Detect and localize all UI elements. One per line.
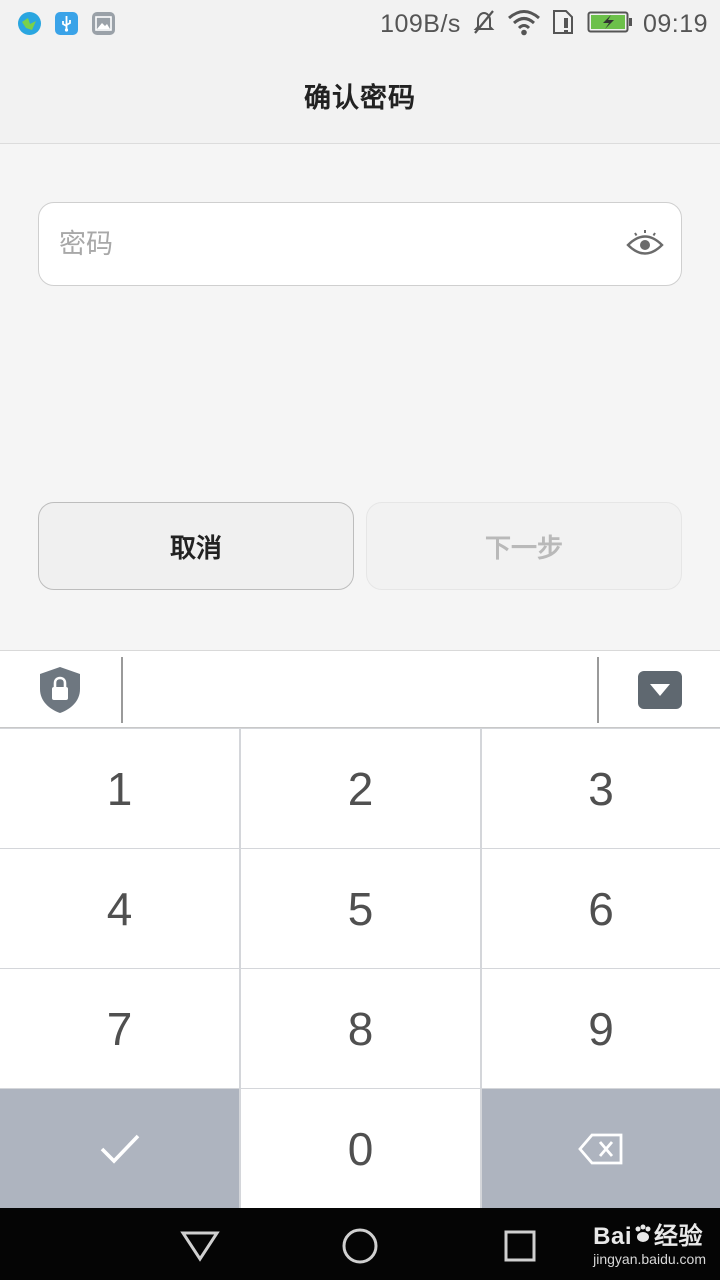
back-icon[interactable] — [180, 1226, 220, 1266]
key-2[interactable]: 2 — [241, 729, 480, 848]
battery-charging-icon — [587, 10, 633, 38]
cancel-button[interactable]: 取消 — [38, 502, 354, 590]
navigation-bar: Bai 经验 jingyan.baidu.com — [0, 1208, 720, 1280]
toolbar-divider — [597, 657, 599, 723]
password-field[interactable] — [38, 202, 682, 286]
shield-lock-icon — [36, 665, 84, 715]
watermark-url: jingyan.baidu.com — [593, 1251, 706, 1267]
usb-icon — [55, 12, 78, 35]
sim-alert-icon — [551, 8, 577, 40]
next-step-button[interactable]: 下一步 — [366, 502, 682, 590]
confirm-key[interactable] — [0, 1089, 239, 1208]
toolbar-divider — [121, 657, 123, 723]
keyboard-toolbar — [0, 650, 720, 728]
key-0[interactable]: 0 — [241, 1089, 480, 1208]
password-input[interactable] — [59, 203, 619, 285]
gallery-icon — [92, 12, 115, 35]
mute-icon — [471, 8, 497, 40]
hide-keyboard-icon[interactable] — [638, 671, 682, 709]
key-4[interactable]: 4 — [0, 849, 239, 968]
checkmark-icon — [99, 1122, 141, 1176]
key-3[interactable]: 3 — [482, 729, 720, 848]
page-title: 确认密码 — [304, 83, 416, 114]
delete-key[interactable] — [482, 1089, 720, 1208]
key-1[interactable]: 1 — [0, 729, 239, 848]
key-8[interactable]: 8 — [241, 969, 480, 1088]
baidu-jingyan-watermark: Bai 经验 jingyan.baidu.com — [593, 1216, 706, 1267]
system-status: 109B/s 09:19 — [380, 8, 708, 40]
watermark-brand: Bai — [593, 1223, 632, 1250]
numeric-keypad: 1 2 3 4 5 6 7 8 9 0 — [0, 728, 720, 1208]
title-bar: 确认密码 — [0, 48, 720, 144]
status-bar: 109B/s 09:19 — [0, 0, 720, 48]
key-7[interactable]: 7 — [0, 969, 239, 1088]
key-9[interactable]: 9 — [482, 969, 720, 1088]
watermark-brand-suffix: 经验 — [654, 1223, 703, 1250]
paw-icon — [632, 1223, 654, 1251]
network-speed: 109B/s — [380, 9, 461, 38]
wifi-icon — [507, 8, 541, 40]
eye-icon[interactable] — [625, 225, 665, 265]
home-icon[interactable] — [340, 1226, 380, 1266]
clock: 09:19 — [642, 9, 708, 38]
key-5[interactable]: 5 — [241, 849, 480, 968]
map-app-icon — [18, 12, 41, 35]
recents-icon[interactable] — [500, 1226, 540, 1266]
notification-icons — [18, 12, 115, 35]
screen: 109B/s 09:19 确认密码 取消 下一步 1 2 3 4 5 6 7 8… — [0, 0, 720, 1280]
key-6[interactable]: 6 — [482, 849, 720, 968]
backspace-icon — [578, 1122, 624, 1176]
